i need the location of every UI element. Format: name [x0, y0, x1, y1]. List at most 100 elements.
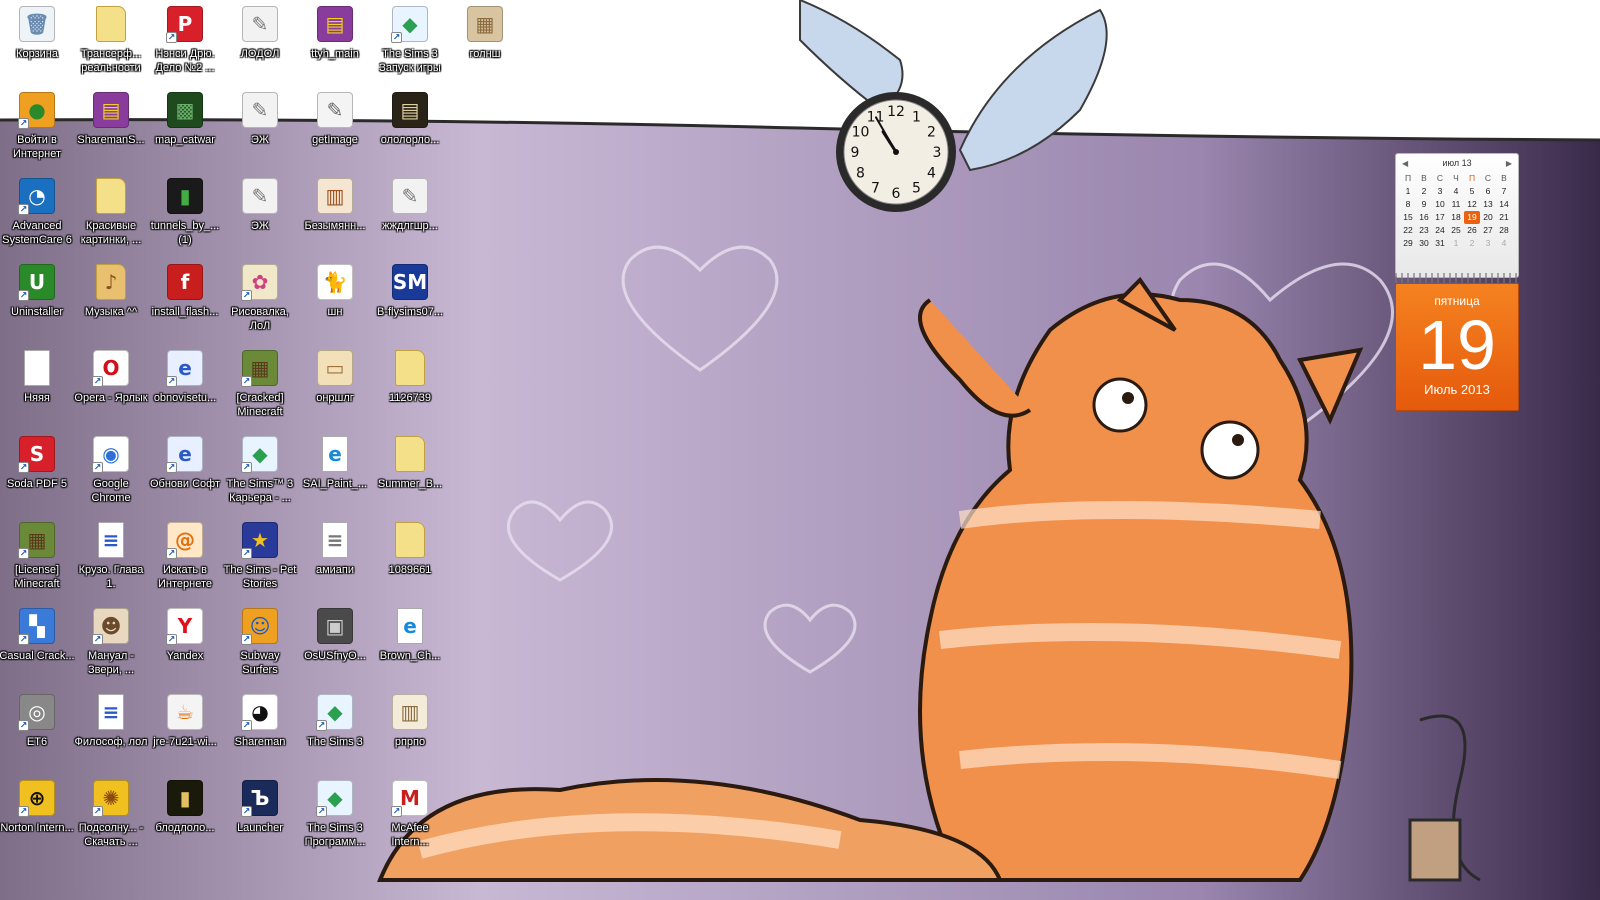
- desktop-icon[interactable]: ✎ ЭЖ: [223, 174, 297, 256]
- calendar-day-cell[interactable]: 31: [1432, 237, 1448, 250]
- desktop-icon[interactable]: Summer_B...: [373, 432, 447, 514]
- desktop-icon[interactable]: ● ↗ Войти в Интернет: [0, 88, 74, 170]
- desktop-icon[interactable]: Трансерф... реальности: [74, 2, 148, 84]
- calendar-day-cell[interactable]: 9: [1416, 198, 1432, 211]
- desktop-icon[interactable]: U ↗ Uninstaller: [0, 260, 74, 342]
- desktop-icon[interactable]: O ↗ Opera - Ярлык: [74, 346, 148, 428]
- desktop-icon[interactable]: SM B-flysims07...: [373, 260, 447, 342]
- calendar-day-cell[interactable]: 19: [1464, 211, 1480, 224]
- next-month-arrow-icon[interactable]: ▶: [1506, 159, 1512, 168]
- desktop-icon[interactable]: 1126739: [373, 346, 447, 428]
- desktop-icon[interactable]: 1089661: [373, 518, 447, 600]
- calendar-day-cell[interactable]: 13: [1480, 198, 1496, 211]
- desktop-icon[interactable]: ◎ ↗ ET6: [0, 690, 74, 772]
- desktop-icon[interactable]: Няяя: [0, 346, 74, 428]
- desktop-icon[interactable]: ▤ ололорло...: [373, 88, 447, 170]
- desktop-icon[interactable]: Y ↗ Yandex: [148, 604, 222, 686]
- clock-gadget[interactable]: 12 1234567891011: [834, 90, 958, 214]
- calendar-day-cell[interactable]: 3: [1432, 185, 1448, 198]
- desktop-icon[interactable]: @ ↗ Искать в Интернете: [148, 518, 222, 600]
- desktop-icon[interactable]: Красивые картинки, ...: [74, 174, 148, 256]
- calendar-day-cell[interactable]: 24: [1432, 224, 1448, 237]
- desktop-icon[interactable]: e SAI_Paint_...: [298, 432, 372, 514]
- calendar-day-cell[interactable]: 5: [1464, 185, 1480, 198]
- calendar-day-cell[interactable]: 10: [1432, 198, 1448, 211]
- calendar-day-cell[interactable]: 2: [1416, 185, 1432, 198]
- calendar-day-view[interactable]: пятница 19 Июль 2013: [1395, 283, 1519, 411]
- desktop-icon[interactable]: ▣ OsUSfnyO...: [298, 604, 372, 686]
- calendar-day-cell[interactable]: 21: [1496, 211, 1512, 224]
- desktop-icon[interactable]: ▥ рпрпо: [373, 690, 447, 772]
- desktop-icon[interactable]: 🗑 Корзина: [0, 2, 74, 84]
- calendar-day-cell[interactable]: 20: [1480, 211, 1496, 224]
- calendar-day-cell[interactable]: 30: [1416, 237, 1432, 250]
- desktop-icon[interactable]: 🐈 шн: [298, 260, 372, 342]
- desktop-icon[interactable]: ◔ ↗ Advanced SystemCare 6: [0, 174, 74, 256]
- desktop-icon[interactable]: ≡ Философ, лол: [74, 690, 148, 772]
- calendar-day-cell[interactable]: 11: [1448, 198, 1464, 211]
- desktop-icon[interactable]: ▦ ↗ [License] Minecraft: [0, 518, 74, 600]
- calendar-day-cell[interactable]: 7: [1496, 185, 1512, 198]
- desktop-icon[interactable]: ★ ↗ The Sims - Pet Stories: [223, 518, 297, 600]
- calendar-day-cell[interactable]: 23: [1416, 224, 1432, 237]
- desktop-icon[interactable]: ▥ Безымянн...: [298, 174, 372, 256]
- desktop-icon[interactable]: ◉ ↗ Google Chrome: [74, 432, 148, 514]
- calendar-day-cell[interactable]: 22: [1400, 224, 1416, 237]
- desktop-icon[interactable]: M ↗ McAfee Intern...: [373, 776, 447, 858]
- desktop-icon[interactable]: ≡ амиапи: [298, 518, 372, 600]
- desktop-icon[interactable]: ✎ ЭЖ: [223, 88, 297, 170]
- desktop-icon[interactable]: ▚ ↗ Casual Crack...: [0, 604, 75, 686]
- desktop-icon[interactable]: e ↗ Обнови Софт: [148, 432, 222, 514]
- desktop-icon[interactable]: ♪ Музыка ^^: [74, 260, 148, 342]
- calendar-gadget[interactable]: ◀ июл 13 ▶ П В С Ч П С В 1 2 3 4 5 6 7 8 9 10 11 12 13 14 15 1…: [1395, 153, 1519, 411]
- calendar-day-cell[interactable]: 2: [1464, 237, 1480, 250]
- calendar-day-cell[interactable]: 15: [1400, 211, 1416, 224]
- desktop-icon[interactable]: ▮ tunnels_by_... (1): [148, 174, 222, 256]
- calendar-day-cell[interactable]: 14: [1496, 198, 1512, 211]
- calendar-day-cell[interactable]: 17: [1432, 211, 1448, 224]
- desktop-icon[interactable]: ✺ ↗ Подсолну... - Скачать ...: [74, 776, 148, 858]
- calendar-day-cell[interactable]: 4: [1448, 185, 1464, 198]
- desktop-icon[interactable]: f install_flash...: [148, 260, 222, 342]
- desktop-icon[interactable]: ▤ ttyh_main: [298, 2, 372, 84]
- desktop-icon[interactable]: ◆ ↗ The Sims™ 3 Карьера - ...: [223, 432, 297, 514]
- desktop-icon[interactable]: ✿ ↗ Рисовалка, ЛоЛ: [223, 260, 297, 342]
- desktop-icon[interactable]: ▮ блодлоло...: [148, 776, 222, 858]
- desktop-icon[interactable]: ◆ ↗ The Sims 3 Запуск игры: [373, 2, 447, 84]
- desktop-icon[interactable]: ☺ ↗ Subway Surfers: [223, 604, 297, 686]
- prev-month-arrow-icon[interactable]: ◀: [1402, 159, 1408, 168]
- calendar-day-cell[interactable]: 6: [1480, 185, 1496, 198]
- desktop-icon[interactable]: ⊕ ↗ Norton Intern...: [0, 776, 74, 858]
- desktop-icon[interactable]: Ъ ↗ Launcher: [223, 776, 297, 858]
- calendar-day-cell[interactable]: 18: [1448, 211, 1464, 224]
- desktop-icon[interactable]: ◕ ↗ Shareman: [223, 690, 297, 772]
- desktop-icon[interactable]: ✎ жждлгшр...: [373, 174, 447, 256]
- calendar-day-cell[interactable]: 1: [1400, 185, 1416, 198]
- desktop-icon[interactable]: e ↗ obnovisetu...: [148, 346, 222, 428]
- desktop-icon[interactable]: ✎ getImage: [298, 88, 372, 170]
- desktop-icon[interactable]: ◆ ↗ The Sims 3 Программ...: [298, 776, 372, 858]
- calendar-day-cell[interactable]: 8: [1400, 198, 1416, 211]
- desktop-icon[interactable]: ≡ Крузо. Глава 1.: [74, 518, 148, 600]
- calendar-day-cell[interactable]: 28: [1496, 224, 1512, 237]
- calendar-day-cell[interactable]: 25: [1448, 224, 1464, 237]
- calendar-day-cell[interactable]: 4: [1496, 237, 1512, 250]
- desktop-icon[interactable]: ☻ ↗ Мануал - Звери, ...: [74, 604, 148, 686]
- desktop-icon[interactable]: ▭ онршлг: [298, 346, 372, 428]
- desktop-icon[interactable]: e Brown_Ch...: [373, 604, 447, 686]
- desktop-icon[interactable]: P ↗ Нэнси Дрю. Дело №2 ...: [148, 2, 222, 84]
- desktop-icon[interactable]: ✎ ЛОДОЛ: [223, 2, 297, 84]
- calendar-day-cell[interactable]: 3: [1480, 237, 1496, 250]
- desktop-icon[interactable]: S ↗ Soda PDF 5: [0, 432, 74, 514]
- desktop-icon[interactable]: ▦ голнш: [448, 2, 522, 84]
- calendar-day-cell[interactable]: 16: [1416, 211, 1432, 224]
- desktop-icon[interactable]: ▤ SharemanS...: [74, 88, 148, 170]
- calendar-day-cell[interactable]: 27: [1480, 224, 1496, 237]
- calendar-day-cell[interactable]: 26: [1464, 224, 1480, 237]
- desktop-icon[interactable]: ▩ map_catwar: [148, 88, 222, 170]
- desktop-icon[interactable]: ▦ ↗ [Cracked] Minecraft: [223, 346, 297, 428]
- desktop-icon[interactable]: ☕ jre-7u21-wi...: [148, 690, 222, 772]
- calendar-day-cell[interactable]: 29: [1400, 237, 1416, 250]
- desktop-icon[interactable]: ◆ ↗ The Sims 3: [298, 690, 372, 772]
- calendar-day-cell[interactable]: 1: [1448, 237, 1464, 250]
